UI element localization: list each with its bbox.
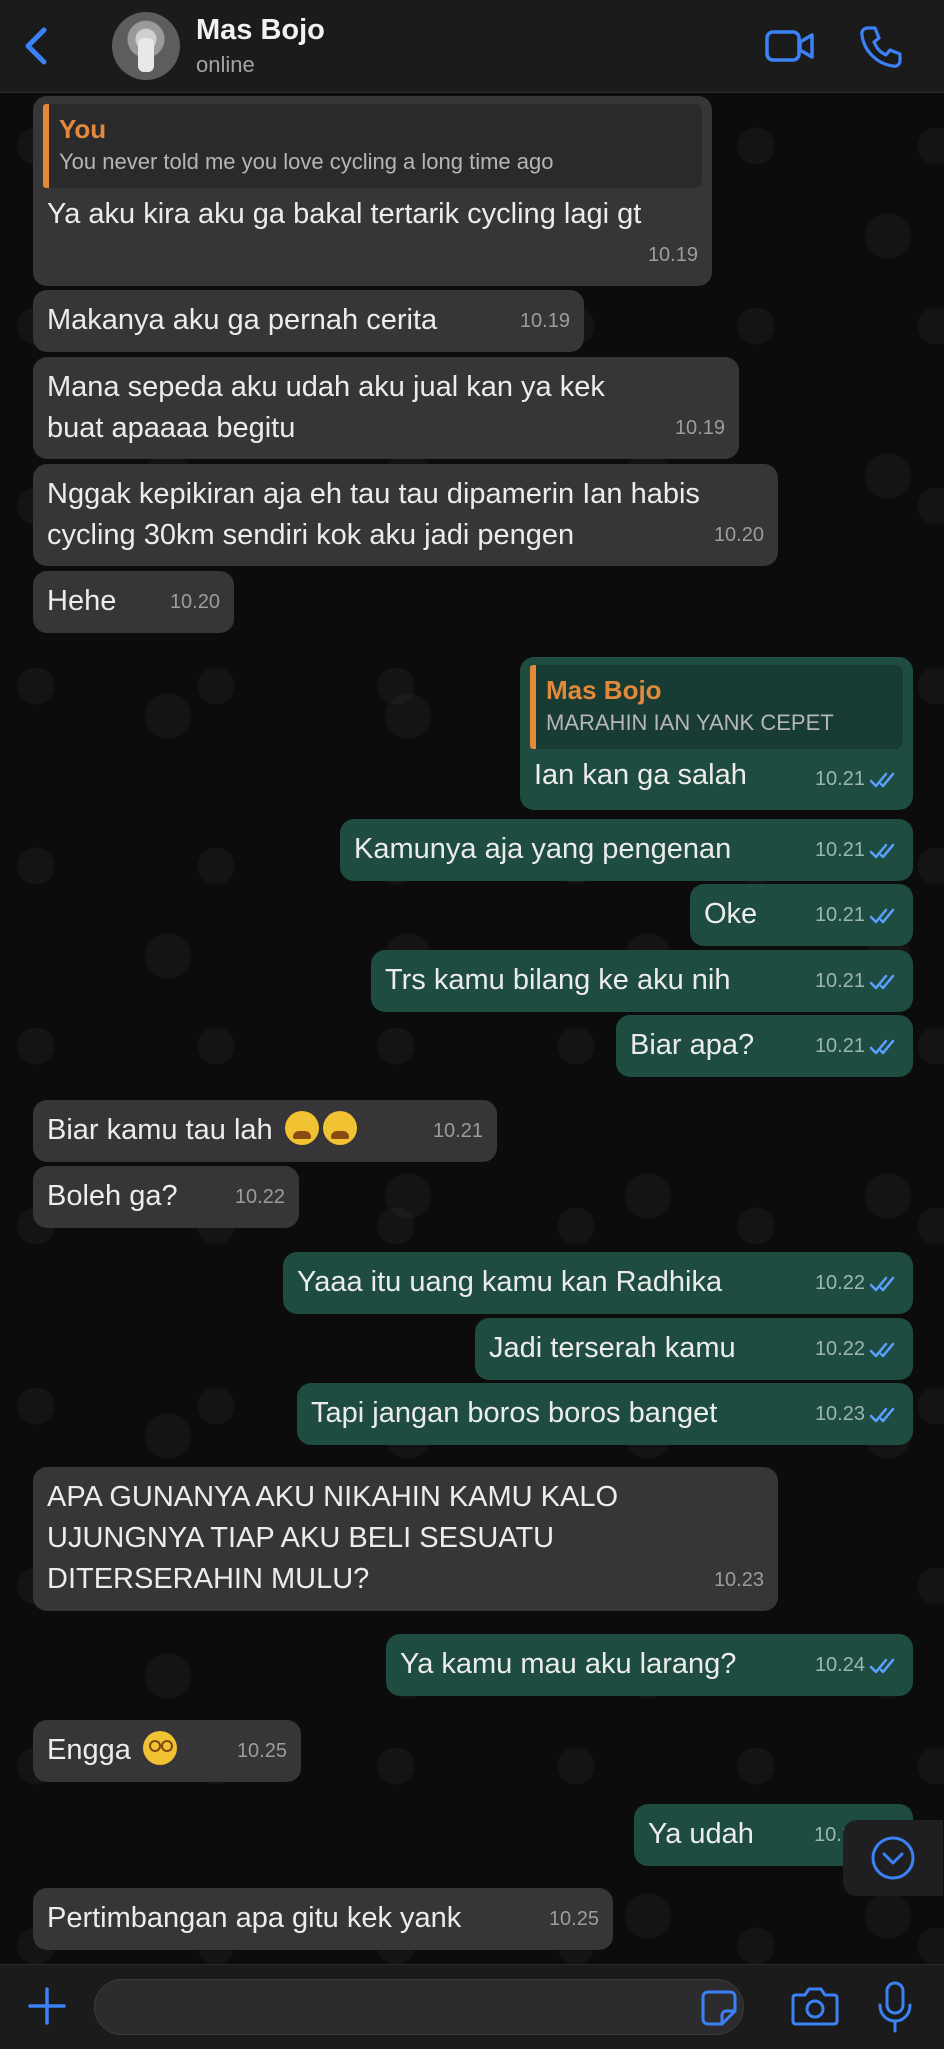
back-button[interactable] xyxy=(16,22,56,70)
message-list[interactable]: You You never told me you love cycling a… xyxy=(0,92,944,1964)
dizzy-face-icon xyxy=(142,1731,177,1765)
read-ticks-icon xyxy=(869,772,895,787)
message-text: Nggak kepikiran aja eh tau tau dipamerin… xyxy=(47,478,700,551)
message-text: Yaaa itu uang kamu kan Radhika xyxy=(297,1266,723,1298)
contact-name[interactable]: Mas Bojo xyxy=(196,14,325,47)
quoted-message[interactable]: Mas Bojo MARAHIN IAN YANK CEPET xyxy=(530,665,903,749)
video-call-button[interactable] xyxy=(764,26,816,66)
message-text: Trs kamu bilang ke aku nih xyxy=(385,964,731,996)
message-incoming[interactable]: APA GUNANYA AKU NIKAHIN KAMU KALO UJUNGN… xyxy=(33,1467,778,1611)
composer-bar xyxy=(0,1964,944,2049)
sticker-icon xyxy=(701,1990,737,2026)
quote-text: You never told me you love cycling a lon… xyxy=(59,149,554,174)
message-text: Ya kamu mau aku larang? xyxy=(400,1648,737,1680)
message-text: Biar apa? xyxy=(630,1029,755,1061)
message-text: APA GUNANYA AKU NIKAHIN KAMU KALO UJUNGN… xyxy=(47,1481,619,1595)
message-outgoing[interactable]: Ya kamu mau aku larang? 10.24 xyxy=(386,1634,913,1696)
message-time: 10.22 xyxy=(234,1186,285,1208)
camera-icon xyxy=(791,1987,839,2026)
message-text: Makanya aku ga pernah cerita xyxy=(47,304,438,336)
contact-status: online xyxy=(196,52,255,77)
message-text: Jadi terserah kamu xyxy=(489,1332,736,1364)
message-text: Engga xyxy=(47,1734,131,1766)
chevron-left-icon xyxy=(25,27,47,65)
message-time: 10.19 xyxy=(519,310,570,332)
message-outgoing[interactable]: Tapi jangan boros boros banget 10.23 xyxy=(297,1383,913,1445)
message-time: 10.19 xyxy=(674,417,725,439)
chat-header: Mas Bojo online xyxy=(0,0,944,93)
message-text: Ian kan ga salah xyxy=(534,759,747,791)
quote-text: MARAHIN IAN YANK CEPET xyxy=(546,710,834,735)
message-outgoing[interactable]: Kamunya aja yang pengenan 10.21 xyxy=(340,819,913,881)
message-outgoing[interactable]: Jadi terserah kamu 10.22 xyxy=(475,1318,913,1380)
message-time: 10.19 xyxy=(647,244,698,266)
message-time: 10.23 xyxy=(814,1403,865,1425)
avatar[interactable] xyxy=(112,12,180,80)
message-text: Pertimbangan apa gitu kek yank xyxy=(47,1902,462,1934)
message-text: Mana sepeda aku udah aku jual kan ya kek… xyxy=(47,371,605,444)
read-ticks-icon xyxy=(869,1407,895,1422)
read-ticks-icon xyxy=(869,843,895,858)
message-time: 10.21 xyxy=(432,1120,483,1142)
message-outgoing[interactable]: Oke 10.21 xyxy=(690,884,913,946)
read-ticks-icon xyxy=(869,1276,895,1291)
read-ticks-icon xyxy=(869,908,895,923)
microphone-icon xyxy=(878,1981,912,2033)
message-time: 10.21 xyxy=(814,970,865,992)
message-text: Ya aku kira aku ga bakal tertarik cyclin… xyxy=(47,198,642,230)
message-time: 10.21 xyxy=(814,904,865,926)
message-outgoing[interactable]: Mas Bojo MARAHIN IAN YANK CEPET Ian kan … xyxy=(520,657,913,810)
tired-face-icon xyxy=(284,1111,319,1145)
message-incoming[interactable]: Pertimbangan apa gitu kek yank 10.25 xyxy=(33,1888,613,1950)
message-time: 10.25 xyxy=(548,1908,599,1930)
read-ticks-icon xyxy=(869,974,895,989)
video-camera-icon xyxy=(765,30,814,62)
camera-button[interactable] xyxy=(790,1983,840,2029)
voice-message-button[interactable] xyxy=(874,1979,916,2035)
message-time: 10.20 xyxy=(713,524,764,546)
read-ticks-icon xyxy=(869,1342,895,1357)
message-time: 10.21 xyxy=(814,1035,865,1057)
message-time: 10.21 xyxy=(814,839,865,861)
sticker-button[interactable] xyxy=(700,1989,738,2027)
message-outgoing[interactable]: Trs kamu bilang ke aku nih 10.21 xyxy=(371,950,913,1012)
message-incoming[interactable]: Makanya aku ga pernah cerita 10.19 xyxy=(33,290,584,352)
message-outgoing[interactable]: Yaaa itu uang kamu kan Radhika 10.22 xyxy=(283,1252,913,1314)
message-outgoing[interactable]: Biar apa? 10.21 xyxy=(616,1015,913,1077)
read-ticks-icon xyxy=(869,1658,895,1673)
quote-author: Mas Bojo xyxy=(546,675,662,705)
scroll-to-bottom-button[interactable] xyxy=(843,1820,943,1896)
message-incoming[interactable]: Mana sepeda aku udah aku jual kan ya kek… xyxy=(33,357,739,459)
message-time: 10.21 xyxy=(814,768,865,790)
message-incoming[interactable]: Hehe 10.20 xyxy=(33,571,234,633)
quote-author: You xyxy=(59,114,107,144)
plus-icon xyxy=(28,1987,66,2025)
message-text: Oke xyxy=(704,898,758,930)
message-time: 10.20 xyxy=(169,591,220,613)
message-text: Hehe xyxy=(47,585,117,617)
message-time: 10.23 xyxy=(713,1569,764,1591)
message-time: 10.24 xyxy=(814,1654,865,1676)
chevron-down-circle-icon xyxy=(871,1836,915,1880)
attach-button[interactable] xyxy=(24,1983,70,2029)
message-incoming[interactable]: Biar kamu tau lah 10.21 xyxy=(33,1100,497,1162)
message-incoming[interactable]: You You never told me you love cycling a… xyxy=(33,96,712,286)
quoted-message[interactable]: You You never told me you love cycling a… xyxy=(43,104,702,188)
message-incoming[interactable]: Boleh ga? 10.22 xyxy=(33,1166,299,1228)
message-input[interactable] xyxy=(94,1979,744,2035)
message-text: Ya udah xyxy=(648,1818,754,1850)
phone-icon xyxy=(860,26,902,68)
tired-face-icon xyxy=(322,1111,357,1145)
message-text: Kamunya aja yang pengenan xyxy=(354,833,732,865)
message-time: 10.22 xyxy=(814,1338,865,1360)
message-time: 10.22 xyxy=(814,1272,865,1294)
message-text: Biar kamu tau lah xyxy=(47,1114,273,1146)
message-incoming[interactable]: Engga 10.25 xyxy=(33,1720,301,1782)
message-text: Boleh ga? xyxy=(47,1180,178,1212)
voice-call-button[interactable] xyxy=(858,24,904,70)
message-time: 10.25 xyxy=(236,1740,287,1762)
read-ticks-icon xyxy=(869,1039,895,1054)
message-incoming[interactable]: Nggak kepikiran aja eh tau tau dipamerin… xyxy=(33,464,778,566)
message-text: Tapi jangan boros boros banget xyxy=(311,1397,718,1429)
